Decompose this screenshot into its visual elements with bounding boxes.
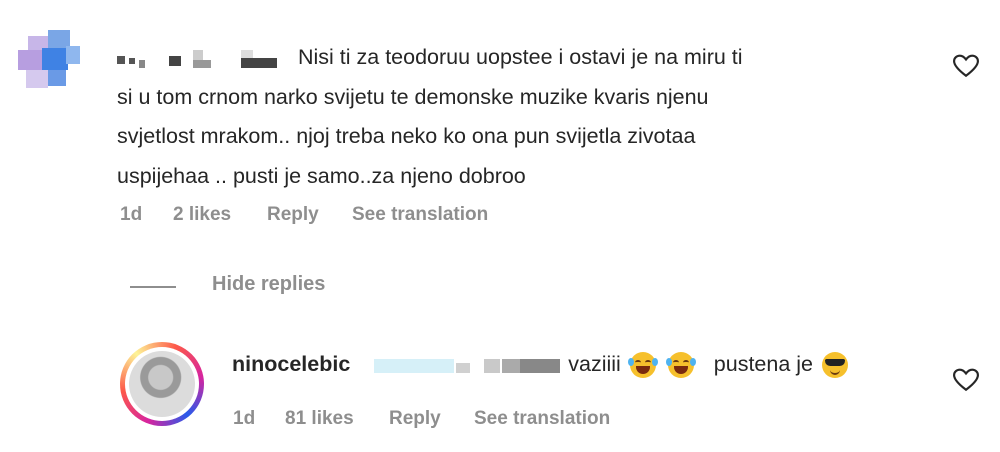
- profile-photo: [129, 351, 195, 417]
- sunglasses-face-emoji: [822, 352, 848, 379]
- comment-text-line-4: uspijehaa .. pusti je samo..za njeno dob…: [117, 163, 526, 188]
- see-translation-button[interactable]: See translation: [474, 408, 610, 430]
- reply-text-b: pustena je: [713, 352, 814, 376]
- replies-divider: [130, 286, 176, 288]
- comment-text-line-2: si u tom crnom narko svijetu te demonske…: [117, 84, 709, 109]
- reply-likes[interactable]: 81 likes: [285, 408, 354, 430]
- heart-icon[interactable]: [953, 54, 979, 78]
- reply-username[interactable]: ninocelebic: [232, 352, 350, 376]
- reply-avatar[interactable]: [120, 342, 204, 426]
- commenter-avatar[interactable]: [18, 30, 80, 92]
- reply-button[interactable]: Reply: [389, 408, 441, 430]
- blurred-mention[interactable]: [374, 355, 562, 375]
- comment-text-line-3: svjetlost mrakom.. njoj treba neko ko on…: [117, 124, 696, 148]
- blurred-username[interactable]: [117, 48, 292, 69]
- heart-icon[interactable]: [953, 368, 979, 392]
- comment-line: Nisi ti za teodoruu uopstee i ostavi je …: [117, 38, 927, 78]
- reply-body: ninocelebic vaziiii pustena je: [232, 352, 851, 379]
- reply-time: 1d: [233, 408, 256, 429]
- laughing-face-emoji: [665, 352, 696, 379]
- see-translation-button[interactable]: See translation: [352, 204, 488, 226]
- comment-time: 1d: [120, 204, 143, 225]
- comment-likes[interactable]: 2 likes: [173, 204, 231, 226]
- reply-text-a: vaziiii: [568, 352, 621, 376]
- reply-button[interactable]: Reply: [267, 204, 319, 226]
- hide-replies-button[interactable]: Hide replies: [212, 273, 325, 296]
- comment-body: Nisi ti za teodoruu uopstee i ostavi je …: [117, 38, 927, 196]
- comment-text-line-1: Nisi ti za teodoruu uopstee i ostavi je …: [297, 45, 743, 69]
- laughing-face-emoji: [627, 352, 658, 379]
